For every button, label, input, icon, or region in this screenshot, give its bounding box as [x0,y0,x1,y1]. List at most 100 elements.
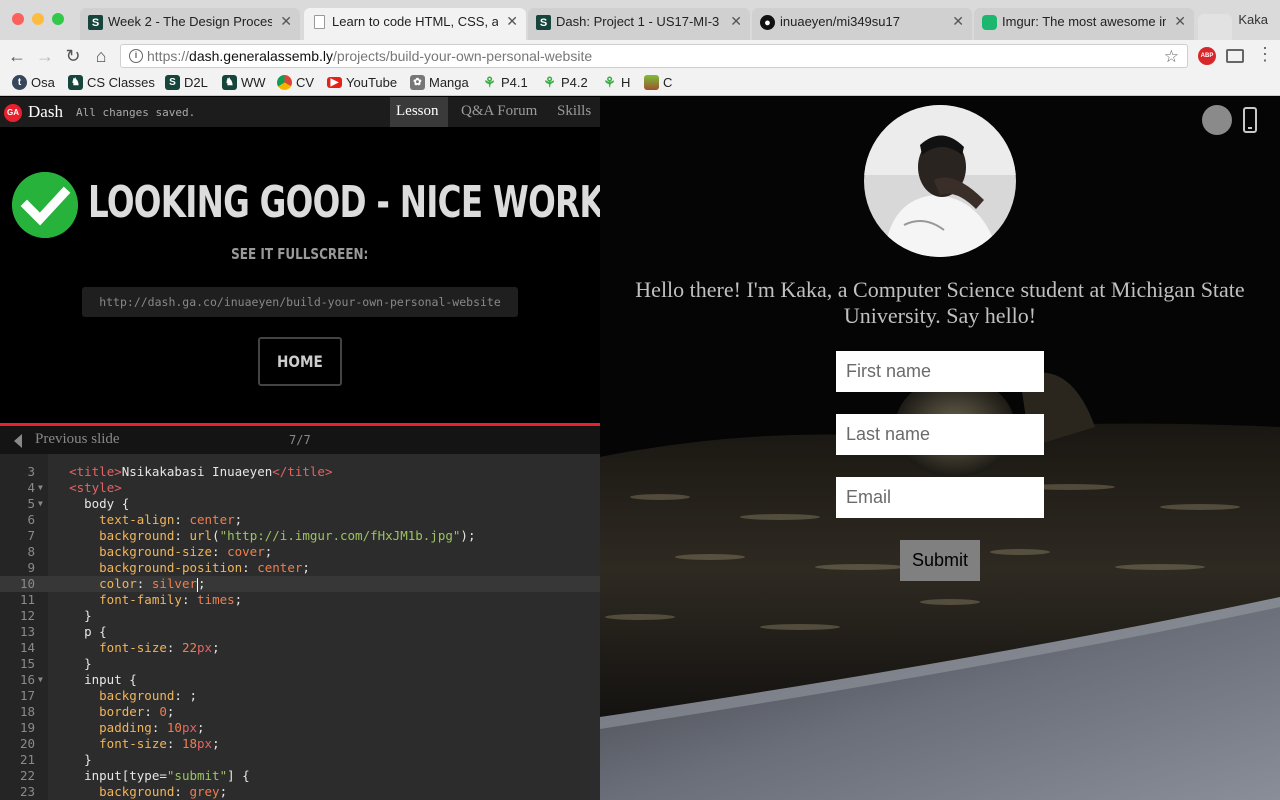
forward-arrow-icon[interactable]: → [34,45,56,67]
site-info-icon[interactable]: i [129,49,143,63]
previous-slide-link[interactable]: Previous slide [35,431,120,448]
adblock-plus-icon[interactable]: ABP [1198,47,1216,65]
new-tab-button[interactable] [1198,14,1232,40]
home-icon[interactable]: ⌂ [90,45,112,67]
email-field[interactable] [836,477,1044,518]
bookmark-label: CV [296,75,315,90]
code-line[interactable]: 6 text-align: center; [0,512,600,528]
bookmark-ww[interactable]: ♞ WW [222,75,266,90]
bookmark-label: P4.1 [501,75,528,90]
previous-arrow-icon[interactable] [14,434,22,448]
close-tab-icon[interactable]: ✕ [506,13,518,30]
bookmark-p42[interactable]: ⚘ P4.2 [542,74,588,90]
code-text: font-family: times; [99,592,243,607]
code-line[interactable]: 19 padding: 10px; [0,720,600,736]
code-line[interactable]: 20 font-size: 18px; [0,736,600,752]
code-line[interactable]: 5 ▼ body { [0,496,600,512]
code-line[interactable]: 10 color: silver; [0,576,600,592]
last-name-field[interactable] [836,414,1044,455]
bookmark-manga[interactable]: ✿ Manga [410,75,469,90]
url-scheme: https:// [147,48,190,64]
mobile-view-icon[interactable] [1243,107,1257,133]
bookmark-youtube[interactable]: ▶ YouTube [327,75,397,90]
submit-button[interactable]: Submit [900,540,980,581]
bookmark-h[interactable]: ⚘ H [602,74,631,90]
browser-tab[interactable]: ● inuaeyen/mi349su17 ✕ [752,8,972,40]
cast-icon[interactable] [1226,49,1244,63]
code-line[interactable]: 21 } [0,752,600,768]
first-name-field[interactable] [836,351,1044,392]
close-window-button[interactable] [12,13,24,25]
spartan-helmet-icon: ♞ [68,75,83,90]
code-text: font-size: 22px; [99,640,220,655]
bookmark-cs-classes[interactable]: ♞ CS Classes [68,75,155,90]
fold-arrow-icon[interactable]: ▼ [38,480,43,496]
code-line[interactable]: 17 background: ; [0,688,600,704]
url-path: /projects/build-your-own-personal-websit… [333,48,593,64]
code-line[interactable]: 8 background-size: cover; [0,544,600,560]
code-line[interactable]: 4 ▼ <style> [0,480,600,496]
code-text: background: grey; [99,784,228,799]
browser-tab[interactable]: S Week 2 - The Design Process ✕ [80,8,300,40]
reload-icon[interactable]: ↻ [62,45,84,67]
code-line[interactable]: 15 } [0,656,600,672]
browser-tab-strip: S Week 2 - The Design Process ✕ Learn to… [0,0,1280,40]
tab-title: inuaeyen/mi349su17 [780,14,900,29]
github-icon: ● [760,15,775,30]
line-number: 19 [19,720,35,735]
tab-lesson[interactable]: Lesson [390,97,448,127]
code-line[interactable]: 14 font-size: 22px; [0,640,600,656]
profile-photo [864,105,1016,257]
browser-tab-active[interactable]: Learn to code HTML, CSS, an ✕ [304,8,526,40]
tab-skills[interactable]: Skills [551,97,597,127]
text-cursor [197,577,199,592]
url-host: dash.generalassemb.ly [189,48,334,64]
bookmark-c[interactable]: C [644,75,672,90]
bookmark-label: Osa [31,75,55,90]
profile-name[interactable]: Kaka [1238,12,1268,27]
youtube-icon: ▶ [327,77,342,88]
code-line[interactable]: 11 font-family: times; [0,592,600,608]
bookmark-d2l[interactable]: S D2L [165,75,208,90]
tab-qa-forum[interactable]: Q&A Forum [455,97,543,127]
ga-logo-icon[interactable]: GA [4,104,22,122]
line-number: 6 [27,512,35,527]
fold-arrow-icon[interactable]: ▼ [38,496,43,512]
browser-tab[interactable]: Imgur: The most awesome im ✕ [974,8,1194,40]
close-tab-icon[interactable]: ✕ [280,13,292,30]
code-line[interactable]: 23 background: grey; [0,784,600,800]
back-arrow-icon[interactable]: ← [6,45,28,67]
maximize-window-button[interactable] [52,13,64,25]
browser-tab[interactable]: S Dash: Project 1 - US17-MI-3 ✕ [528,8,750,40]
share-url-field[interactable]: http://dash.ga.co/inuaeyen/build-your-ow… [82,287,518,317]
line-number: 9 [27,560,35,575]
code-editor[interactable]: 3 <title>Nsikakabasi Inuaeyen</title> 4 ▼ … [0,454,600,800]
code-line[interactable]: 18 border: 0; [0,704,600,720]
desktop-view-toggle[interactable] [1202,105,1232,135]
code-line[interactable]: 22 input[type="submit"] { [0,768,600,784]
address-bar[interactable]: i https://dash.generalassemb.ly/projects… [120,44,1188,68]
minimize-window-button[interactable] [32,13,44,25]
bookmark-osa[interactable]: t Osa [12,75,55,90]
chrome-menu-icon[interactable]: ⋮ [1256,45,1274,64]
home-button[interactable]: HOME [258,337,342,386]
code-line[interactable]: 7 background: url("http://i.imgur.com/fH… [0,528,600,544]
dash-brand[interactable]: Dash [28,102,63,122]
bookmark-label: D2L [184,75,208,90]
bookmark-label: C [663,75,673,90]
line-number: 15 [19,656,35,671]
bookmark-star-icon[interactable]: ☆ [1164,47,1179,67]
close-tab-icon[interactable]: ✕ [1174,13,1186,30]
bookmark-p41[interactable]: ⚘ P4.1 [482,74,528,90]
close-tab-icon[interactable]: ✕ [730,13,742,30]
close-tab-icon[interactable]: ✕ [952,13,964,30]
code-line[interactable]: 3 <title>Nsikakabasi Inuaeyen</title> [0,464,600,480]
code-line[interactable]: 9 background-position: center; [0,560,600,576]
code-line[interactable]: 12 } [0,608,600,624]
bookmark-cv[interactable]: CV [277,75,314,90]
code-text: text-align: center; [99,512,243,527]
code-line[interactable]: 13 p { [0,624,600,640]
code-line[interactable]: 16 ▼ input { [0,672,600,688]
bookmark-label: H [621,75,631,90]
fold-arrow-icon[interactable]: ▼ [38,672,43,688]
